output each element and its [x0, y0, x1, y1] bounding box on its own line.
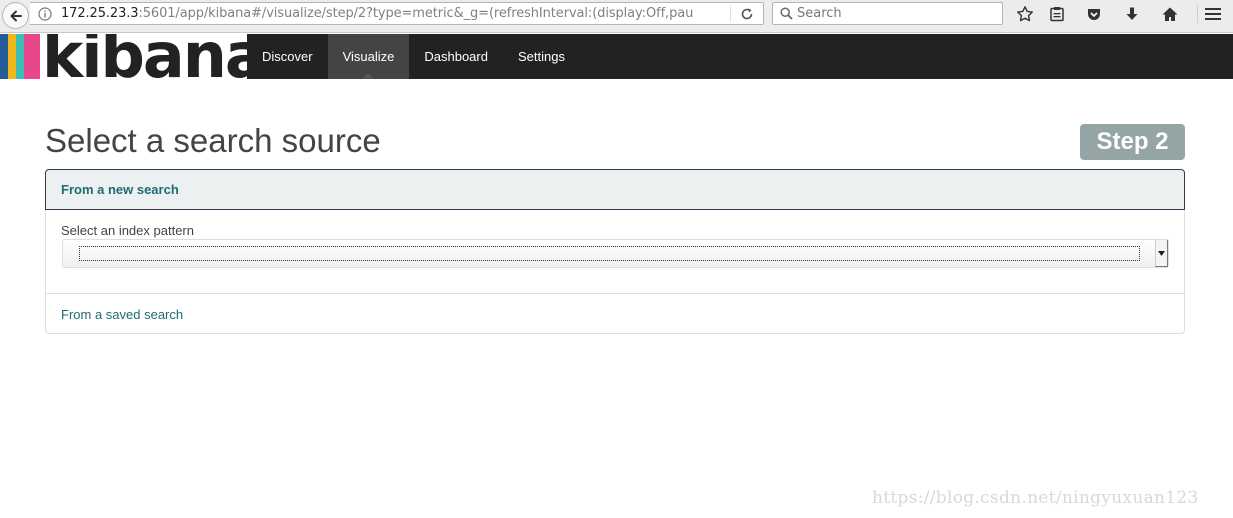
reading-list-icon[interactable]: [1047, 4, 1067, 24]
index-pattern-select[interactable]: [62, 239, 1169, 268]
logo-stripe: [16, 34, 24, 79]
page-title: Select a search source: [45, 122, 381, 159]
download-icon[interactable]: [1122, 4, 1142, 24]
pocket-icon[interactable]: [1084, 4, 1104, 24]
saved-search-link[interactable]: From a saved search: [61, 307, 183, 322]
bookmark-star-icon[interactable]: [1015, 4, 1035, 24]
search-icon: [779, 7, 793, 21]
tab-dashboard[interactable]: Dashboard: [409, 34, 503, 79]
kibana-navbar: kibana Discover Visualize Dashboard Sett…: [0, 34, 1233, 79]
step-badge: Step 2: [1080, 124, 1185, 160]
back-button[interactable]: [2, 2, 29, 29]
logo-stripe: [24, 34, 40, 79]
search-source-panel: From a new search Select an index patter…: [45, 169, 1185, 334]
chevron-down-icon[interactable]: [1155, 240, 1168, 267]
url-bar[interactable]: 172.25.23.3:5601/app/kibana#/visualize/s…: [30, 2, 764, 25]
tab-visualize[interactable]: Visualize: [327, 34, 410, 79]
search-input[interactable]: [797, 6, 997, 21]
tab-settings[interactable]: Settings: [503, 34, 580, 79]
home-icon[interactable]: [1160, 4, 1180, 24]
url-separator: [730, 6, 731, 22]
new-search-heading-label: From a new search: [61, 182, 179, 197]
logo-stripe: [0, 34, 8, 79]
new-search-heading[interactable]: From a new search: [45, 169, 1185, 210]
logo-stripe: [8, 34, 16, 79]
url-path: :5601/app/kibana#/visualize/step/2?type=…: [138, 6, 694, 21]
url-text[interactable]: 172.25.23.3:5601/app/kibana#/visualize/s…: [61, 6, 721, 21]
kibana-logo[interactable]: kibana: [0, 34, 247, 79]
tab-discover[interactable]: Discover: [247, 34, 328, 79]
menu-icon[interactable]: [1203, 4, 1223, 24]
browser-search-bar[interactable]: [772, 2, 1003, 25]
info-icon[interactable]: [35, 4, 55, 24]
watermark: https://blog.csdn.net/ningyuxuan123: [872, 488, 1199, 508]
toolbar-divider: [1197, 5, 1198, 23]
back-arrow-icon: [10, 10, 22, 21]
browser-toolbar: 172.25.23.3:5601/app/kibana#/visualize/s…: [0, 0, 1233, 33]
index-pattern-value: [79, 246, 1140, 261]
logo-text: kibana: [42, 34, 247, 79]
reload-icon[interactable]: [739, 6, 755, 22]
nav-tabs: Discover Visualize Dashboard Settings: [247, 34, 580, 79]
panel-divider: [46, 293, 1184, 294]
url-host: 172.25.23.3: [61, 6, 139, 21]
index-pattern-label: Select an index pattern: [61, 223, 194, 238]
